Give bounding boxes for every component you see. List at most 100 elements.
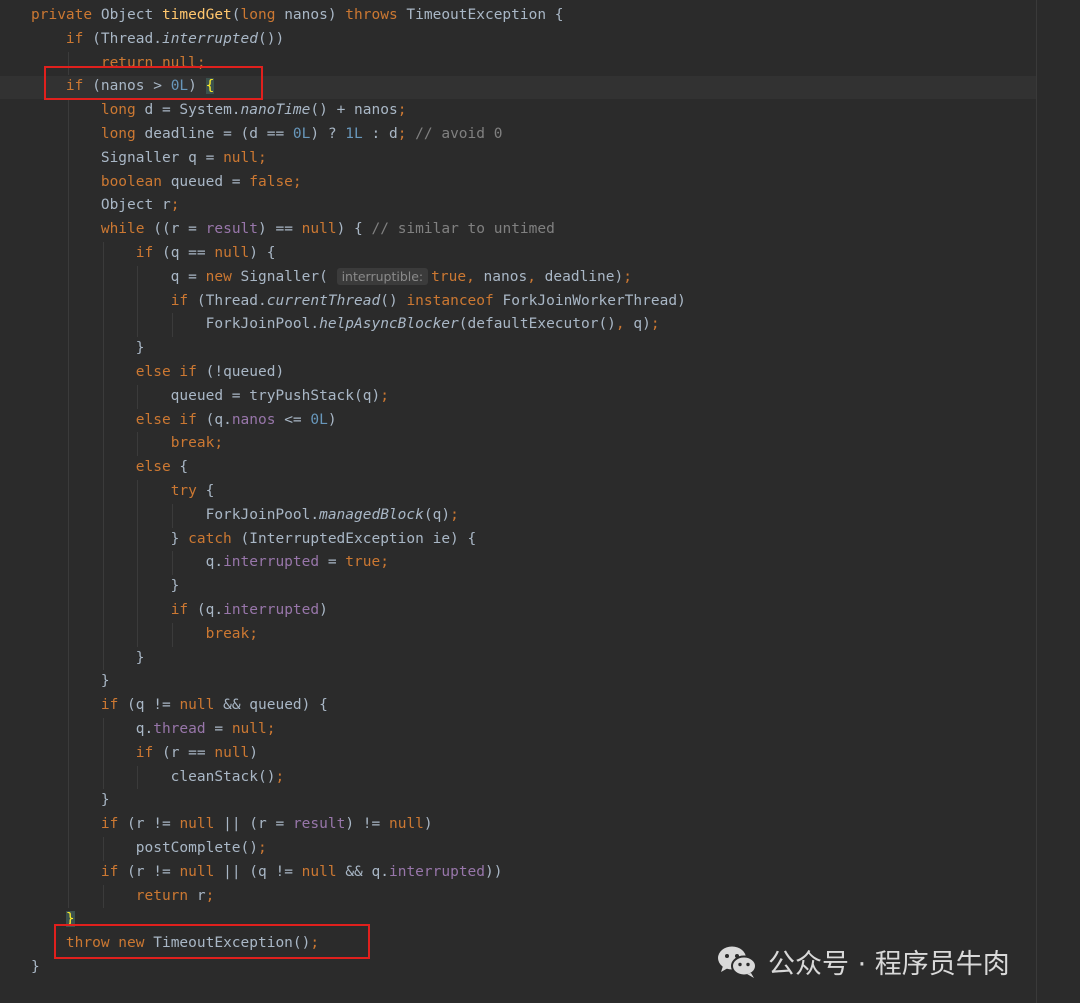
code-token: true; — [345, 554, 389, 571]
code-line[interactable]: break; — [31, 432, 223, 456]
code-token: (q != — [127, 697, 180, 714]
code-token: (defaultExecutor() — [458, 316, 616, 333]
code-token: ) — [327, 411, 337, 428]
code-token: Signaller q = — [31, 149, 224, 166]
code-token: null — [214, 744, 250, 761]
code-line[interactable]: long d = System.nanoTime() + nanos; — [31, 99, 407, 123]
code-token: // similar to untimed — [371, 221, 555, 238]
code-token: nanos — [231, 411, 276, 428]
code-token: null — [301, 221, 337, 238]
code-line[interactable]: } — [31, 670, 110, 694]
code-line[interactable]: } — [31, 575, 180, 599]
code-token: 1L — [345, 126, 363, 142]
code-token: interrupted — [388, 863, 486, 880]
code-token: if — [170, 602, 197, 618]
code-token: long — [240, 7, 285, 23]
code-token: 0L — [310, 411, 328, 428]
code-token: && q. — [345, 863, 389, 880]
code-line[interactable]: if (q == null) { — [31, 242, 276, 266]
code-line[interactable]: if (q != null && queued) { — [31, 694, 328, 718]
code-token: ) — [319, 602, 328, 618]
code-line[interactable]: if (Thread.currentThread() instanceof Fo… — [31, 290, 686, 314]
code-token: } — [31, 673, 110, 690]
code-token: managedBlock — [319, 506, 424, 523]
code-line[interactable]: q.thread = null; — [31, 718, 276, 742]
code-token: ((r = — [153, 221, 206, 238]
code-line[interactable]: Signaller q = null; — [31, 147, 267, 171]
code-line[interactable]: long deadline = (d == 0L) ? 1L : d; // a… — [31, 123, 503, 147]
code-line[interactable]: } — [31, 789, 110, 813]
code-token: (r == — [161, 744, 215, 761]
code-line[interactable]: Object r; — [31, 194, 180, 218]
code-line[interactable]: break; — [31, 623, 258, 647]
code-line[interactable]: ForkJoinPool.managedBlock(q); — [31, 504, 459, 528]
code-token: (r != — [127, 816, 180, 833]
code-token: , — [615, 316, 634, 333]
code-line[interactable]: ForkJoinPool.helpAsyncBlocker(defaultExe… — [31, 313, 660, 337]
code-line[interactable]: boolean queued = false; — [31, 171, 302, 195]
code-line[interactable]: } — [31, 647, 145, 671]
code-token: else if — [135, 411, 206, 428]
code-line[interactable]: } — [31, 337, 145, 361]
code-token: ; — [397, 126, 416, 142]
code-line[interactable]: else if (!queued) — [31, 361, 284, 385]
code-line[interactable]: queued = tryPushStack(q); — [31, 385, 389, 409]
code-line[interactable]: private Object timedGet(long nanos) thro… — [31, 4, 564, 28]
code-line[interactable]: try { — [31, 480, 215, 504]
code-token: if — [170, 292, 197, 309]
code-token: { — [179, 459, 189, 476]
watermark: 公众号 · 程序员牛肉 — [716, 941, 1010, 981]
code-token: interrupted — [161, 30, 258, 47]
code-line[interactable]: while ((r = result) == null) { // simila… — [31, 218, 555, 242]
code-token: nanoTime — [240, 102, 311, 119]
code-token: q. — [31, 721, 154, 737]
code-token: (r != — [127, 863, 180, 880]
code-line[interactable]: if (q.interrupted) — [31, 599, 328, 623]
code-line[interactable]: } catch (InterruptedException ie) { — [31, 528, 477, 552]
code-token: instanceof — [406, 292, 503, 309]
code-token: ) ? — [310, 126, 346, 142]
code-token: private — [31, 7, 101, 23]
code-editor[interactable]: private Object timedGet(long nanos) thro… — [0, 0, 1080, 1003]
code-line[interactable]: if (Thread.interrupted()) — [31, 28, 284, 52]
code-token: postComplete() — [31, 840, 258, 856]
code-token: d = System. — [144, 102, 241, 119]
code-token: false; — [249, 173, 302, 190]
code-token: && queued) { — [223, 697, 328, 714]
code-line[interactable]: cleanStack(); — [31, 766, 285, 790]
code-token: Object — [100, 7, 162, 23]
code-token: } — [31, 530, 189, 547]
code-token: deadline) — [544, 268, 624, 285]
code-line[interactable]: q = new Signaller( interruptible: true, n… — [31, 266, 632, 290]
code-token: ; — [170, 197, 180, 214]
code-token: (q. — [196, 602, 224, 618]
code-line[interactable]: else { — [31, 456, 188, 480]
code-token: Signaller( — [240, 268, 337, 285]
code-token: queued = tryPushStack(q) — [31, 387, 381, 404]
code-line[interactable]: if (r != null || (q != null && q.interru… — [31, 861, 503, 885]
code-line[interactable]: postComplete(); — [31, 837, 267, 861]
code-token: { — [205, 483, 215, 499]
code-token: if — [100, 697, 128, 714]
code-line[interactable]: if (r != null || (r = result) != null) — [31, 813, 433, 837]
code-token: ; — [397, 102, 407, 119]
code-token: if — [135, 245, 162, 261]
code-token: ; — [623, 268, 632, 285]
code-line[interactable]: if (r == null) — [31, 742, 258, 766]
code-line[interactable]: q.interrupted = true; — [31, 551, 389, 575]
code-token: ) { — [249, 245, 276, 261]
code-token: throws — [345, 7, 407, 23]
code-token: // avoid 0 — [415, 126, 503, 142]
code-line[interactable]: else if (q.nanos <= 0L) — [31, 409, 337, 433]
code-token: 0L — [292, 126, 311, 142]
code-line[interactable]: } — [31, 956, 40, 980]
code-token: break; — [205, 625, 258, 642]
code-line[interactable]: return r; — [31, 885, 215, 909]
code-token: (q == — [161, 245, 215, 261]
